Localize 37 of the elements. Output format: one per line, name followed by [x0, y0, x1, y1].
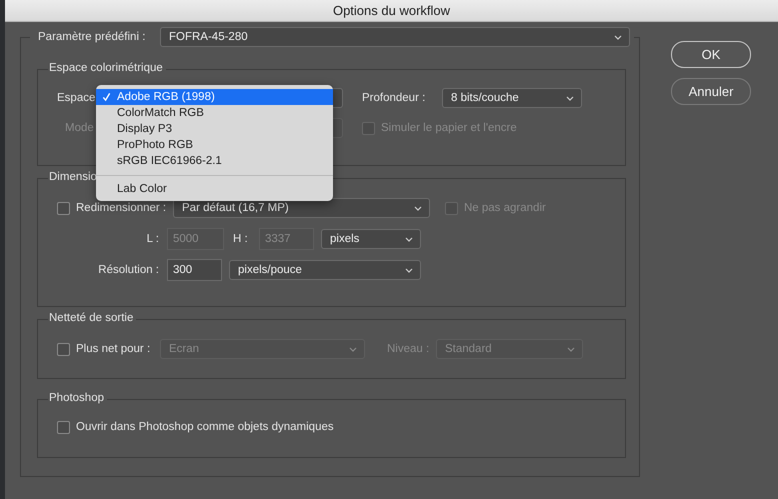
dialog-button[interactable]: Annuler: [671, 78, 751, 105]
group-title: Espace colorimétrique: [48, 62, 166, 74]
chevron-icon: [566, 96, 574, 100]
checkbox[interactable]: [57, 420, 70, 434]
smart-objects-label: Ouvrir dans Photoshop comme objets dynamiques: [76, 421, 334, 433]
menu-item[interactable]: Display P3: [96, 121, 333, 137]
unit-dropdown[interactable]: pixels: [321, 229, 421, 249]
preset-dropdown[interactable]: FOFRA-45-280: [160, 27, 630, 47]
chevron-icon: [614, 34, 622, 40]
checkbox[interactable]: [57, 202, 70, 214]
resize-label: Redimensionner :: [76, 202, 168, 214]
group-title: Photoshop: [48, 392, 107, 404]
checkmark-icon: [102, 92, 111, 102]
chevron-icon: [414, 206, 422, 210]
height-label: H :: [233, 233, 249, 245]
menu-item[interactable]: Lab Color: [96, 181, 333, 197]
chevron-icon: [349, 346, 357, 352]
sharpen-label: Plus net pour :: [76, 343, 152, 355]
chevron-icon: [405, 268, 413, 272]
depth-dropdown[interactable]: 8 bits/couche: [442, 88, 582, 108]
space-label: Espace: [57, 92, 96, 104]
resolution-field[interactable]: 300: [167, 259, 222, 281]
resolution-unit-dropdown[interactable]: pixels/pouce: [229, 260, 421, 280]
menu-item[interactable]: Adobe RGB (1998): [96, 89, 333, 105]
menu-item[interactable]: sRGB IEC61966-2.1: [96, 153, 333, 169]
menu-item[interactable]: ProPhoto RGB: [96, 137, 333, 153]
menu-item[interactable]: ColorMatch RGB: [96, 105, 333, 121]
group-title: Netteté de sortie: [48, 312, 136, 324]
dialog-button[interactable]: OK: [671, 41, 751, 68]
chevron-icon: [567, 346, 575, 352]
resize-dropdown[interactable]: Par défaut (16,7 MP): [173, 198, 430, 218]
depth-label: Profondeur :: [362, 92, 426, 104]
resolution-label: Résolution :: [97, 264, 160, 276]
chevron-icon: [405, 236, 413, 242]
preset-label: Paramètre prédéfini :: [38, 31, 146, 43]
width-label: L :: [146, 233, 160, 245]
window-title: Options du workflow: [332, 3, 450, 18]
